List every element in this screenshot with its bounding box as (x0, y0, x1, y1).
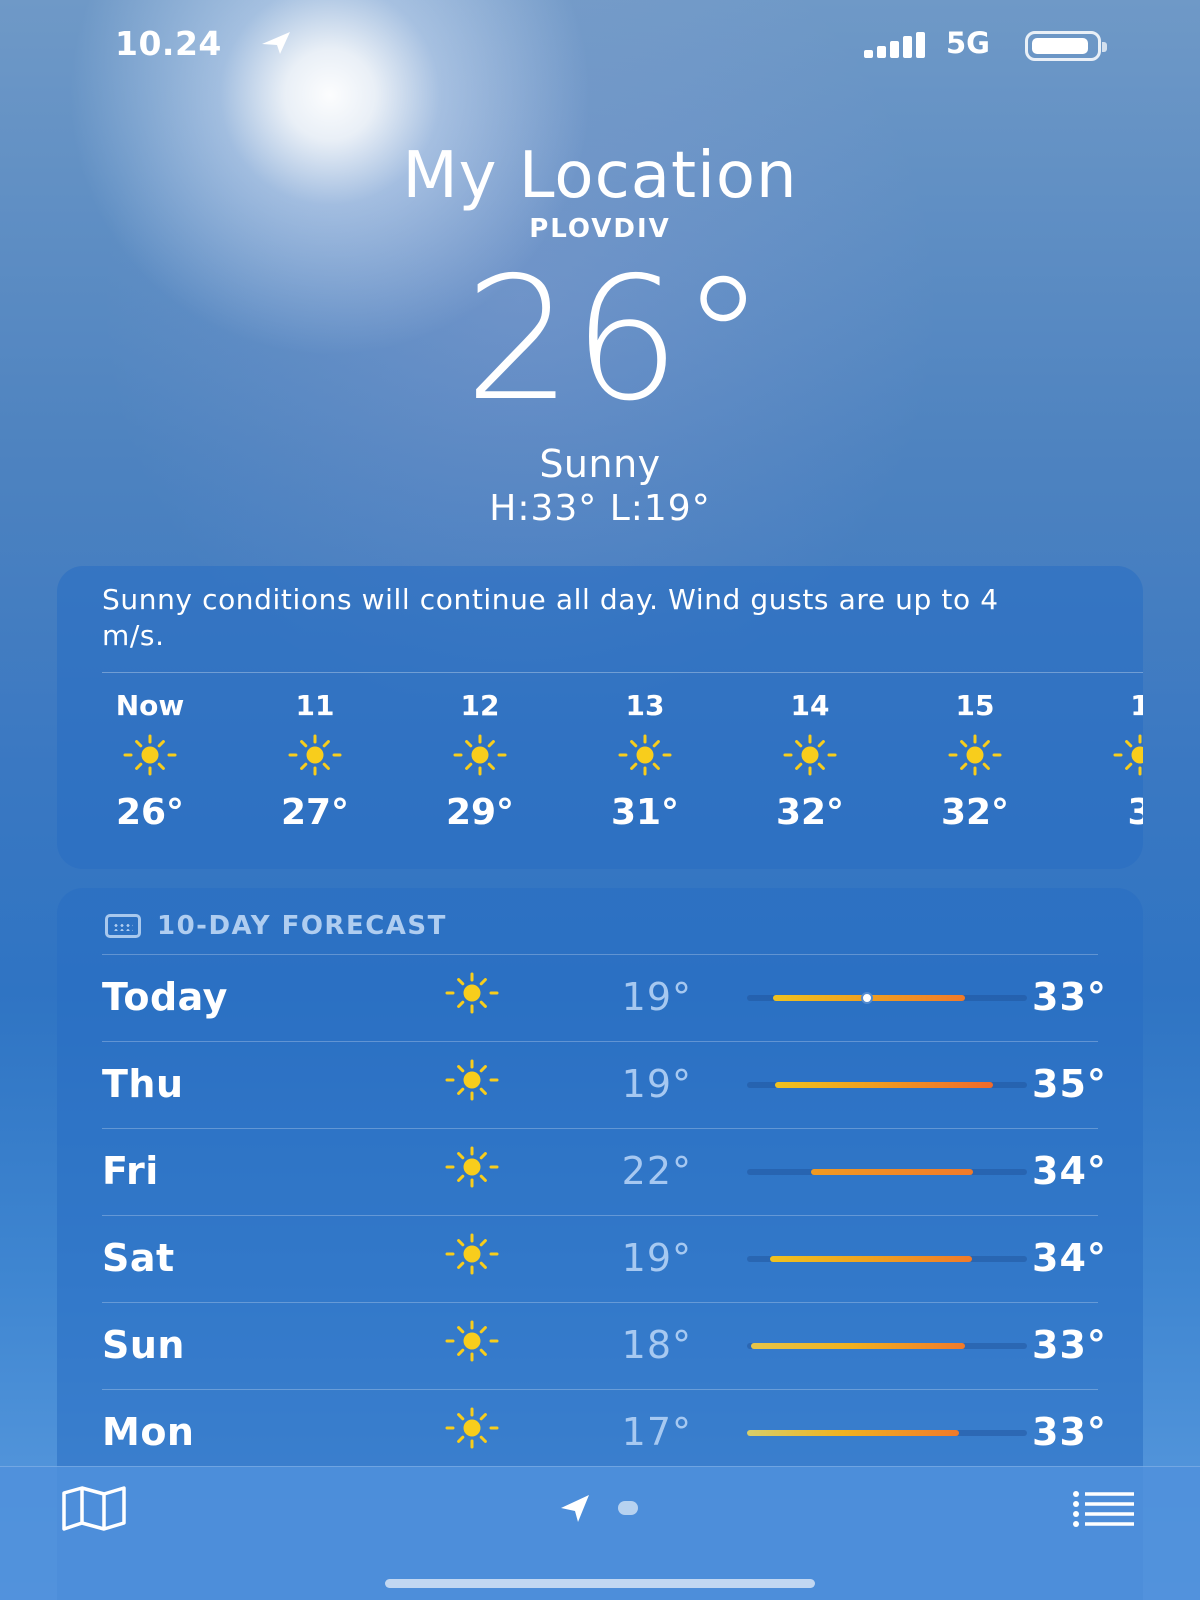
list-icon[interactable] (1072, 1489, 1136, 1529)
sun-icon (442, 1145, 502, 1193)
hour-temperature: 27° (280, 792, 350, 833)
hour-temperature: 29° (445, 792, 515, 833)
hour-label: 12 (460, 689, 500, 722)
forecast-row[interactable]: Sat 19° 34° (102, 1215, 1106, 1302)
network-type: 5G (946, 26, 990, 60)
divider (102, 672, 1143, 673)
sun-icon (442, 1406, 502, 1454)
weather-summary: Sunny conditions will continue all day. … (102, 583, 999, 652)
hour-temperature: 32° (940, 792, 1010, 833)
hourly-item: Now 26° (95, 686, 205, 838)
hourly-item: 11 27° (260, 686, 370, 838)
battery-icon (1025, 31, 1107, 61)
sun-icon (442, 1232, 502, 1280)
day-high: 34° (1032, 1149, 1107, 1193)
day-low: 19° (621, 975, 692, 1019)
day-high: 33° (1032, 1410, 1107, 1454)
forecast-header: 10-DAY FORECAST (105, 906, 447, 946)
home-indicator[interactable] (385, 1579, 815, 1588)
hourly-item: 13 31° (590, 686, 700, 838)
forecast-row[interactable]: Sun 18° 33° (102, 1302, 1106, 1389)
current-temperature: 26° (464, 241, 766, 439)
map-icon[interactable] (60, 1485, 128, 1531)
hour-label: 14 (790, 689, 830, 722)
status-time: 10.24 (115, 24, 222, 63)
hourly-item: 1 3 (1085, 686, 1143, 838)
sun-icon (95, 726, 205, 784)
hour-label: Now (115, 689, 185, 722)
day-low: 19° (621, 1236, 692, 1280)
temperature-range-bar (747, 1169, 1027, 1175)
sun-icon (260, 726, 370, 784)
sun-icon (1085, 726, 1143, 784)
sun-icon (920, 726, 1030, 784)
hour-label: 1 (1130, 689, 1143, 722)
sun-icon (442, 1319, 502, 1367)
hour-temperature: 32° (775, 792, 845, 833)
hourly-item: 12 29° (425, 686, 535, 838)
day-name: Sat (102, 1236, 175, 1280)
location-services-icon (262, 32, 290, 54)
sun-icon (425, 726, 535, 784)
temperature-range-bar (747, 1082, 1027, 1088)
day-name: Thu (102, 1062, 184, 1106)
status-bar: 10.24 5G (0, 22, 1200, 66)
current-temperature-indicator (861, 992, 873, 1004)
calendar-icon (105, 914, 141, 938)
forecast-row[interactable]: Today 19° 33° (102, 954, 1106, 1041)
hourly-item: 14 32° (755, 686, 865, 838)
high-low-temperature: H:33° L:19° (489, 488, 711, 529)
hour-label: 15 (955, 689, 995, 722)
temperature-range-bar (747, 992, 1027, 1004)
day-high: 33° (1032, 975, 1107, 1019)
day-name: Today (102, 975, 228, 1019)
location-city: PLOVDIV (529, 214, 671, 244)
forecast-row[interactable]: Fri 22° 34° (102, 1128, 1106, 1215)
hour-temperature: 31° (610, 792, 680, 833)
hour-temperature: 3 (1127, 792, 1143, 833)
location-arrow-icon[interactable] (558, 1491, 592, 1525)
day-name: Fri (102, 1149, 159, 1193)
day-name: Sun (102, 1323, 185, 1367)
day-high: 35° (1032, 1062, 1107, 1106)
day-name: Mon (102, 1410, 195, 1454)
temperature-range-bar (747, 1343, 1027, 1349)
sun-icon (590, 726, 700, 784)
day-high: 34° (1032, 1236, 1107, 1280)
hourly-item: 15 32° (920, 686, 1030, 838)
location-title: My Location (402, 139, 798, 213)
day-low: 17° (621, 1410, 692, 1454)
sun-icon (442, 971, 502, 1019)
page-indicator-dot[interactable] (618, 1501, 638, 1515)
forecast-row[interactable]: Mon 17° 33° (102, 1389, 1106, 1476)
hourly-forecast-card[interactable]: Sunny conditions will continue all day. … (57, 566, 1143, 869)
temperature-range-bar (747, 1430, 1027, 1436)
hour-label: 11 (295, 689, 335, 722)
cellular-signal-icon (864, 32, 926, 58)
sun-icon (755, 726, 865, 784)
forecast-row[interactable]: Thu 19° 35° (102, 1041, 1106, 1128)
day-low: 18° (621, 1323, 692, 1367)
day-low: 19° (621, 1062, 692, 1106)
hour-temperature: 26° (115, 792, 185, 833)
temperature-range-bar (747, 1256, 1027, 1262)
weather-app: 10.24 5G My Location PLOVDIV 26° Sunny H… (0, 0, 1200, 1600)
sun-icon (442, 1058, 502, 1106)
current-condition: Sunny (539, 442, 661, 486)
forecast-title: 10-DAY FORECAST (157, 911, 447, 941)
day-high: 33° (1032, 1323, 1107, 1367)
bottom-toolbar (0, 1466, 1200, 1600)
day-low: 22° (621, 1149, 692, 1193)
hour-label: 13 (625, 689, 665, 722)
current-weather-header: My Location PLOVDIV 26° Sunny H:33° L:19… (0, 140, 1200, 529)
